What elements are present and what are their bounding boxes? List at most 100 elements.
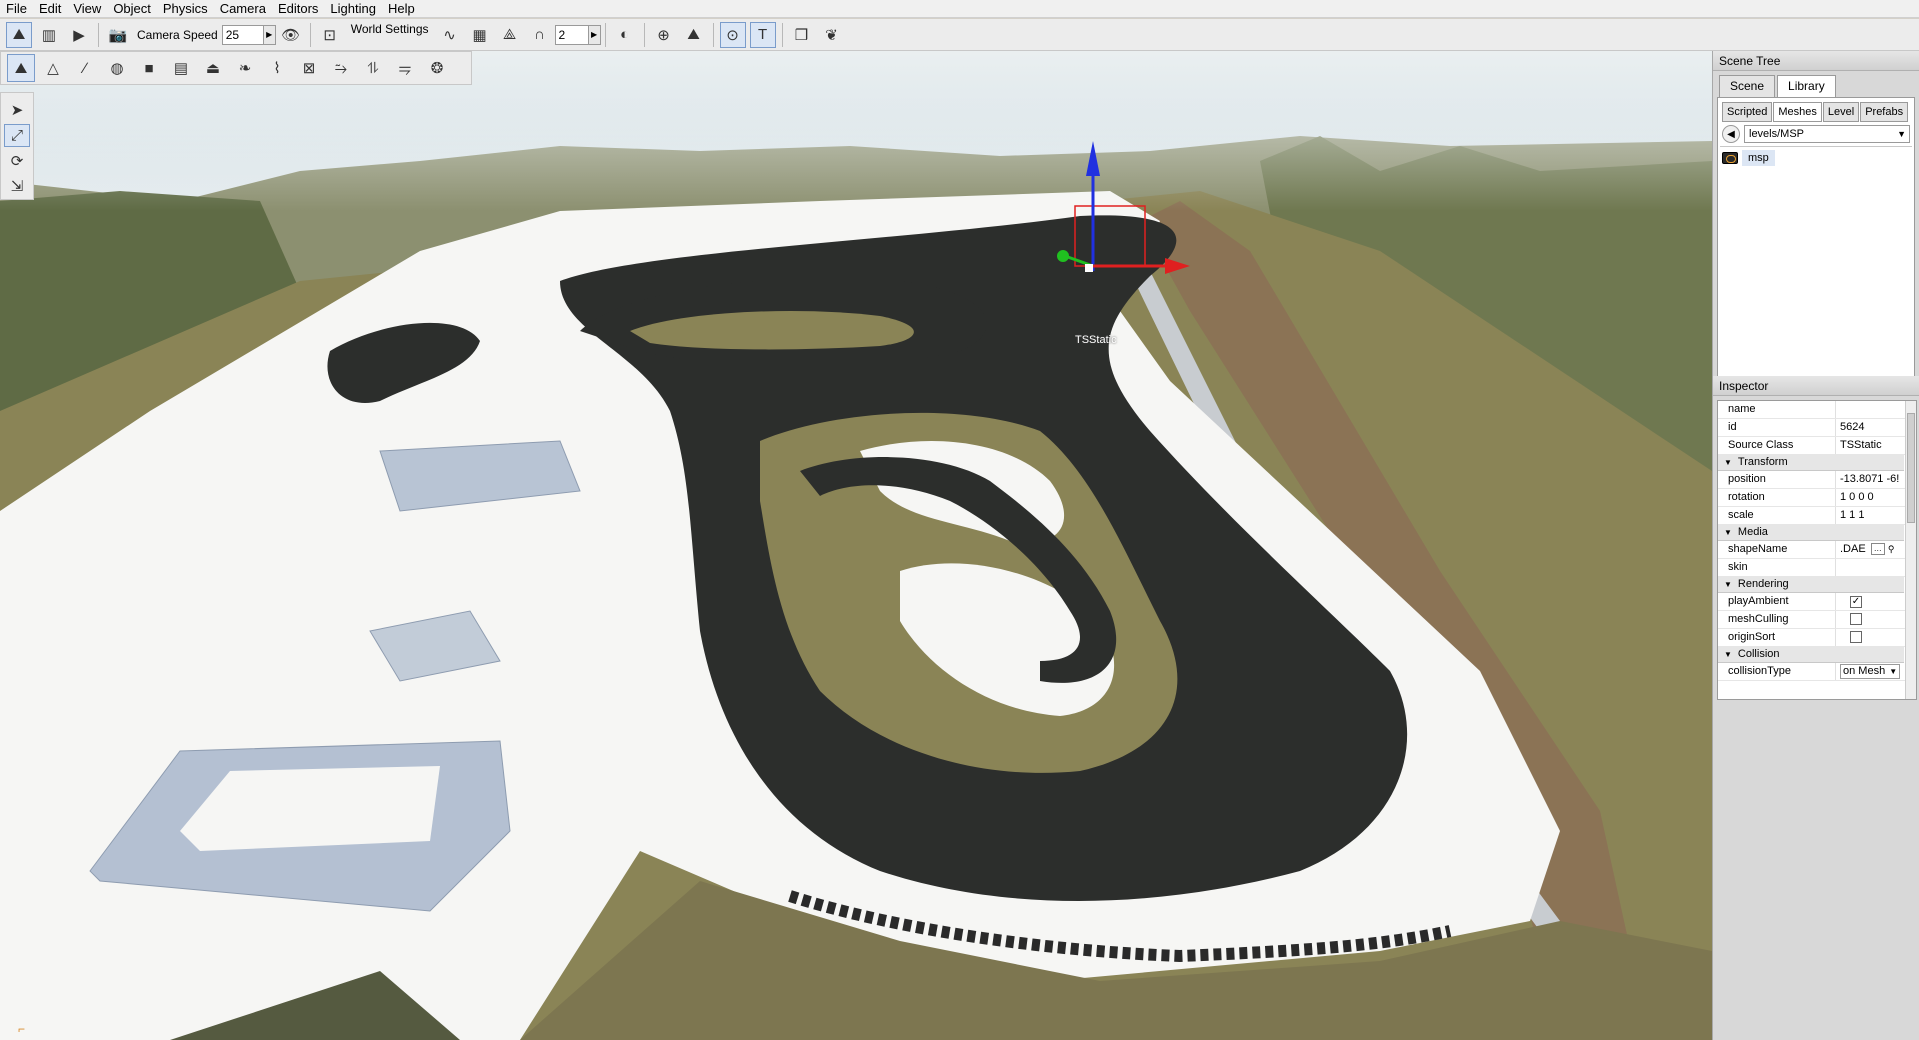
grid-icon: ▦ <box>472 26 487 44</box>
menu-object[interactable]: Object <box>107 0 157 18</box>
pin-icon[interactable]: ⚲ <box>1888 544 1895 554</box>
road-editor-button[interactable]: ⥮ <box>359 54 387 82</box>
play-ambient-checkbox[interactable]: ✓ <box>1850 596 1862 608</box>
vehicle-editor-button[interactable]: ❂ <box>423 54 451 82</box>
inspector-scrollbar[interactable] <box>1905 401 1916 699</box>
scene-tree-title: Scene Tree <box>1713 51 1919 71</box>
mesh-road-button[interactable]: ❒ <box>789 22 815 48</box>
group-rendering[interactable]: ▼ Rendering <box>1718 577 1904 593</box>
library-path-row: ◀ levels/MSP ▼ <box>1718 122 1914 146</box>
group-collision[interactable]: ▼ Collision <box>1718 647 1904 663</box>
inspector-panel: Inspector name id 5624 Source Class TSSt… <box>1713 376 1919 700</box>
river-button[interactable]: ❦ <box>819 22 845 48</box>
decal-editor-button[interactable]: ⏏ <box>199 54 227 82</box>
globe-icon: ◍ <box>110 60 124 77</box>
terrain-editor-icon: △ <box>47 60 59 77</box>
camera-speed-label: Camera Speed <box>137 27 218 42</box>
tab-library[interactable]: Library <box>1777 75 1836 97</box>
eye-icon: 👁 <box>281 26 301 44</box>
object-center-button[interactable]: ⊙ <box>719 21 746 48</box>
subtab-level[interactable]: Level <box>1822 102 1860 122</box>
visibility-button[interactable]: 👁 <box>278 22 304 48</box>
grid-button[interactable]: ▦ <box>467 22 493 48</box>
select-tool-button[interactable]: ➤ <box>4 98 30 122</box>
particle-editor-button[interactable]: ⊠ <box>295 54 323 82</box>
scale-tool-button[interactable]: ⇲ <box>4 175 30 199</box>
menu-editors[interactable]: Editors <box>272 0 324 18</box>
brush-icon: ∕ <box>83 59 87 77</box>
sketch-tool-button[interactable]: ■ <box>135 54 163 82</box>
toolbar-separator <box>712 22 714 47</box>
screenshot-button[interactable]: ⊡ <box>317 22 343 48</box>
snap-grid-button[interactable]: ∿ <box>437 22 463 48</box>
3d-viewport[interactable]: TSStatic <box>0 51 1712 1040</box>
group-label: Collision <box>1737 648 1780 660</box>
field-value <box>1836 629 1904 646</box>
road-icon: ⌇ <box>273 60 281 77</box>
back-button[interactable]: ◀ <box>1722 125 1740 143</box>
mesh-road-editor-button[interactable]: ⌇ <box>263 54 291 82</box>
menu-camera[interactable]: Camera <box>214 0 272 18</box>
terrain-painter-button[interactable]: ∕ <box>71 54 99 82</box>
camera-speed-input[interactable]: 25 <box>221 24 264 45</box>
subtab-scripted[interactable]: Scripted <box>1722 102 1773 122</box>
camera-speed-spinner[interactable]: ▶ <box>263 24 276 45</box>
snap-magnet-button[interactable]: ∩ <box>527 22 553 48</box>
position-input[interactable]: -13.8071 -6! <box>1836 471 1904 488</box>
world-settings-label[interactable]: World Settings <box>351 22 429 36</box>
group-media[interactable]: ▼ Media <box>1718 525 1904 541</box>
snap-value-spinner[interactable]: ▶ <box>588 24 601 45</box>
axis-origin-icon: ⌐ <box>18 1022 26 1036</box>
name-input[interactable] <box>1836 401 1904 418</box>
menu-view[interactable]: View <box>67 0 107 18</box>
shape-editor-button[interactable]: ⥭ <box>391 54 419 82</box>
chevron-down-icon: ▼ <box>1724 580 1732 589</box>
skin-input[interactable] <box>1836 559 1904 576</box>
terrain-snap-button[interactable]: ⛰ <box>681 22 707 48</box>
rotate-tool-button[interactable]: ⟳ <box>4 149 30 173</box>
tab-scene[interactable]: Scene <box>1719 75 1776 97</box>
camera-button[interactable]: 📷 <box>105 22 131 48</box>
list-item-label: msp <box>1742 150 1775 166</box>
collision-type-dropdown[interactable]: on Mesh ▼ <box>1840 664 1901 679</box>
drop-at-button[interactable]: ⊕ <box>651 22 677 48</box>
field-id: id 5624 <box>1718 419 1916 437</box>
rotation-input[interactable]: 1 0 0 0 <box>1836 489 1904 506</box>
forest-editor-button[interactable]: ❧ <box>231 54 259 82</box>
world-editor-button[interactable]: ⛰ <box>6 21 32 48</box>
menu-lighting[interactable]: Lighting <box>324 0 382 18</box>
group-transform[interactable]: ▼ Transform <box>1718 455 1904 471</box>
terrain-editor-button[interactable]: △ <box>39 54 67 82</box>
chevron-down-icon: ▼ <box>1889 667 1898 676</box>
river-editor-button[interactable]: ⥲ <box>327 54 355 82</box>
scrollbar-thumb[interactable] <box>1907 413 1915 523</box>
chevron-right-icon: ▶ <box>266 30 273 39</box>
gui-editor-button[interactable]: ▥ <box>36 22 62 48</box>
move-tool-button[interactable]: ⤢ <box>4 123 30 147</box>
play-game-button[interactable]: ▶ <box>66 22 92 48</box>
object-snap-button[interactable]: ◐ <box>612 22 638 48</box>
scale-input[interactable]: 1 1 1 <box>1836 507 1904 524</box>
subtab-meshes[interactable]: Meshes <box>1773 102 1822 122</box>
text-labels-button[interactable]: T <box>749 21 776 48</box>
list-item[interactable]: msp <box>1722 149 1910 167</box>
menu-edit[interactable]: Edit <box>33 0 67 18</box>
menu-help[interactable]: Help <box>382 0 421 18</box>
menu-file[interactable]: File <box>0 0 33 18</box>
object-editor-button[interactable]: ⛰ <box>7 54 35 82</box>
chevron-down-icon: ▼ <box>1724 650 1732 659</box>
browse-button[interactable]: … <box>1870 543 1885 556</box>
snap-value-input[interactable]: 2 <box>554 24 589 45</box>
datablock-editor-button[interactable]: ▤ <box>167 54 195 82</box>
chevron-left-icon: ◀ <box>1727 128 1735 140</box>
bounds-button[interactable]: ⟁ <box>497 22 523 48</box>
shape-name-input[interactable]: .DAE <box>1840 543 1866 555</box>
chevron-down-icon: ▼ <box>1724 458 1732 467</box>
mesh-culling-checkbox[interactable] <box>1850 613 1862 625</box>
menu-physics[interactable]: Physics <box>157 0 214 18</box>
path-dropdown[interactable]: levels/MSP ▼ <box>1744 125 1910 143</box>
origin-sort-checkbox[interactable] <box>1850 631 1862 643</box>
subtab-prefabs[interactable]: Prefabs <box>1860 102 1909 122</box>
box-icon: ❒ <box>794 26 809 44</box>
material-editor-button[interactable]: ◍ <box>103 54 131 82</box>
